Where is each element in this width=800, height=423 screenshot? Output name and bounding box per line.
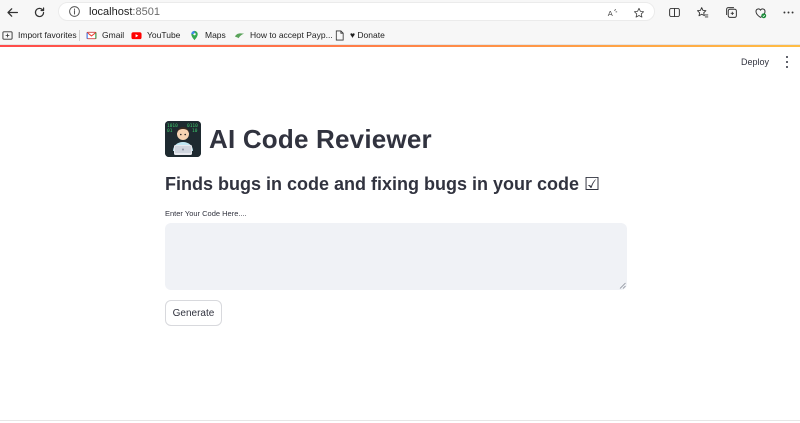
bookmark-label: Import favorites bbox=[18, 30, 77, 40]
url-text: localhost:8501 bbox=[89, 6, 160, 18]
page-title: AI Code Reviewer bbox=[209, 123, 432, 154]
bookmark-label: How to accept Payp... bbox=[250, 30, 333, 40]
collections-icon[interactable] bbox=[723, 4, 739, 20]
bookmark-donate[interactable]: ♥ Donate bbox=[334, 28, 385, 42]
maps-icon bbox=[189, 30, 200, 41]
refresh-icon[interactable] bbox=[30, 3, 48, 21]
svg-text:10: 10 bbox=[192, 128, 198, 134]
svg-text:A: A bbox=[607, 9, 612, 18]
bookmark-paypal[interactable]: How to accept Payp... bbox=[234, 28, 333, 42]
bookmark-label: Maps bbox=[205, 30, 226, 40]
paypal-bookmark-icon bbox=[234, 30, 245, 41]
bookmarks-divider bbox=[79, 30, 80, 41]
main-menu-icon[interactable] bbox=[781, 55, 793, 69]
favorites-icon[interactable] bbox=[694, 4, 710, 20]
svg-text:01: 01 bbox=[167, 128, 173, 134]
page-subtitle: Finds bugs in code and fixing bugs in yo… bbox=[165, 174, 601, 194]
url-port: :8501 bbox=[132, 6, 160, 18]
read-aloud-icon[interactable]: A bbox=[605, 5, 620, 20]
info-icon[interactable] bbox=[68, 5, 81, 18]
address-bar[interactable]: localhost:8501 A bbox=[58, 2, 655, 21]
back-icon[interactable] bbox=[3, 3, 21, 21]
app-header-accent-line bbox=[0, 45, 800, 47]
import-favorites-icon bbox=[2, 30, 13, 41]
deploy-button[interactable]: Deploy bbox=[735, 53, 775, 71]
favorite-star-icon[interactable] bbox=[631, 5, 646, 20]
bookmark-label: ♥ Donate bbox=[350, 30, 385, 40]
more-icon[interactable] bbox=[780, 4, 796, 20]
bookmark-import-favorites[interactable]: Import favorites bbox=[2, 28, 77, 42]
bookmark-label: Gmail bbox=[102, 30, 125, 40]
bookmark-gmail[interactable]: Gmail bbox=[86, 28, 124, 42]
url-host: localhost bbox=[89, 6, 133, 18]
youtube-icon bbox=[131, 30, 142, 41]
code-input[interactable] bbox=[165, 223, 627, 290]
bookmark-label: YouTube bbox=[147, 30, 181, 40]
bookmarks-bar: Import favorites Gmail YouTube Maps How … bbox=[0, 24, 800, 45]
bookmark-youtube[interactable]: YouTube bbox=[131, 28, 180, 42]
split-screen-icon[interactable] bbox=[666, 4, 682, 20]
browser-toolbar: localhost:8501 A bbox=[0, 0, 800, 24]
technologist-emoji-icon: 1010 0110 01 10 bbox=[165, 121, 201, 157]
generate-button[interactable]: Generate bbox=[165, 300, 222, 326]
page-icon bbox=[334, 30, 345, 41]
gmail-icon bbox=[86, 30, 97, 41]
window-bottom-border bbox=[0, 420, 800, 421]
page-heading: 1010 0110 01 10 AI Code Reviewer bbox=[165, 121, 432, 157]
resize-handle-icon[interactable] bbox=[619, 282, 626, 289]
code-input-label: Enter Your Code Here.... bbox=[165, 209, 247, 218]
browser-essentials-icon[interactable] bbox=[752, 4, 768, 20]
bookmark-maps[interactable]: Maps bbox=[189, 28, 226, 42]
